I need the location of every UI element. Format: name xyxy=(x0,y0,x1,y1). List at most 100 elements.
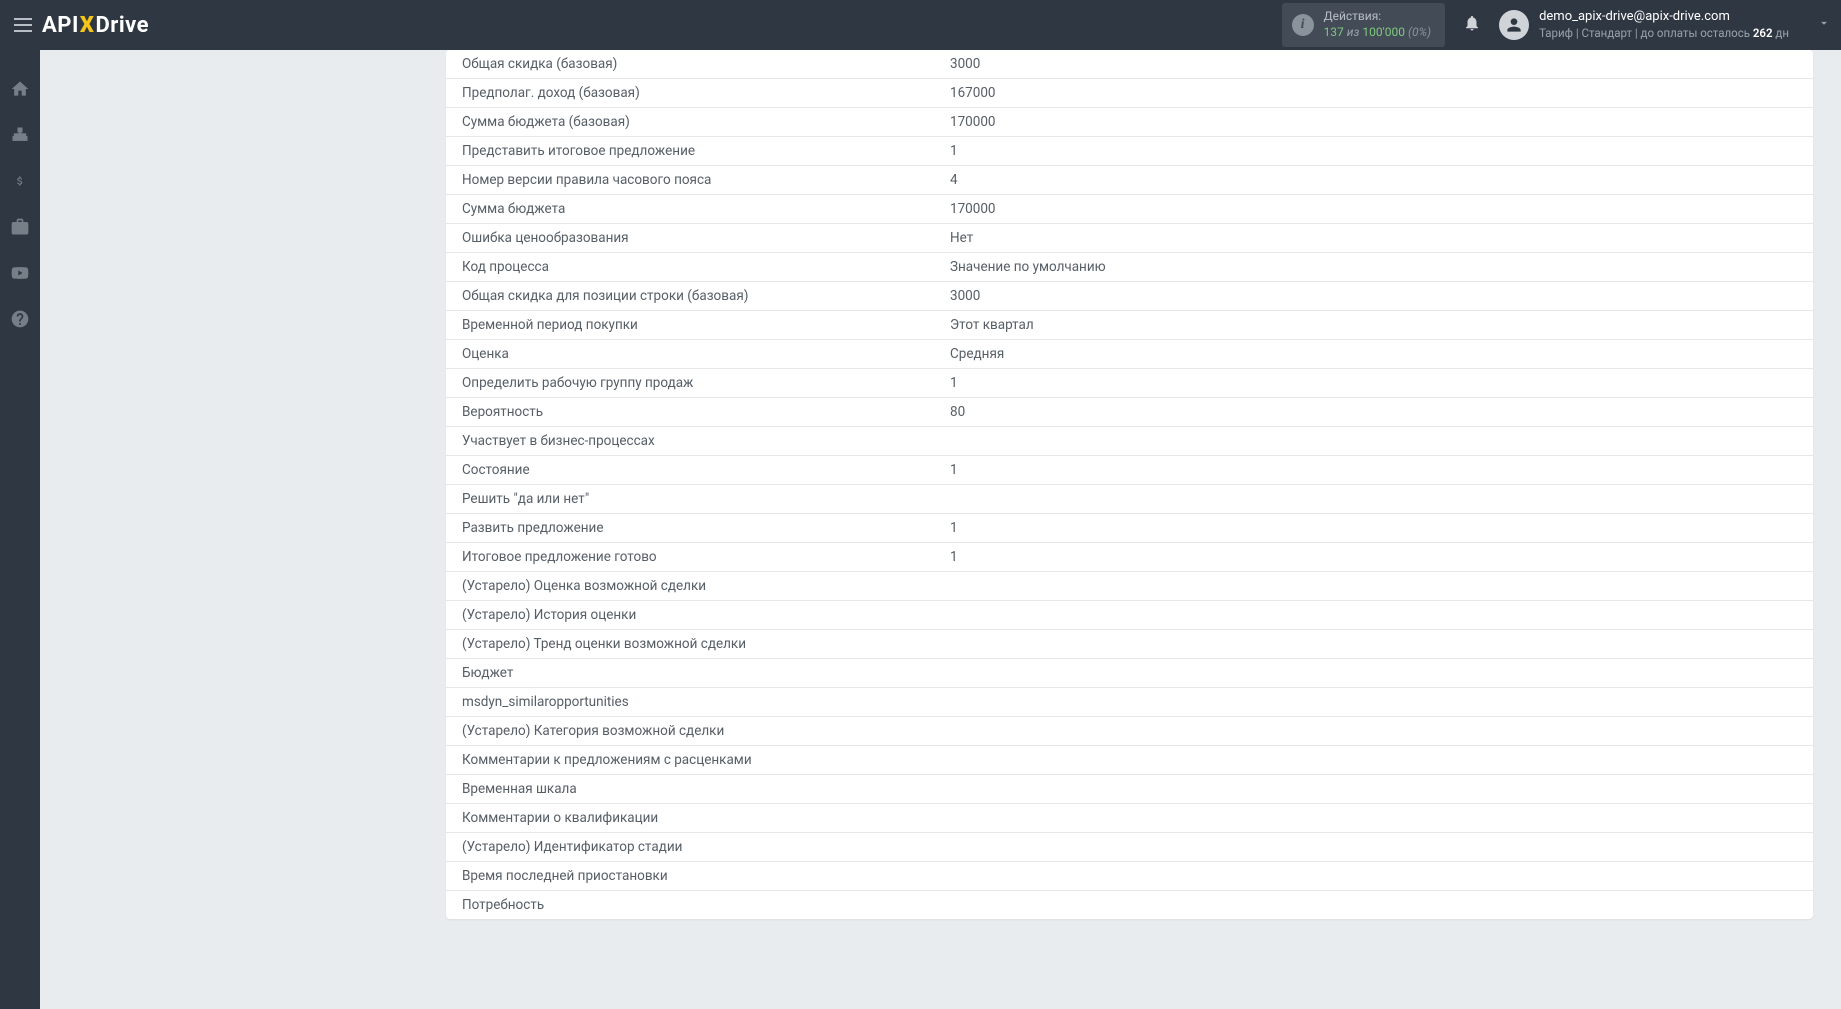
sidebar-item-help[interactable] xyxy=(9,308,31,330)
field-row: Бюджет xyxy=(446,659,1813,688)
field-label: (Устарело) Тренд оценки возможной сделки xyxy=(462,636,950,652)
tariff-line: Тариф | Стандарт | до оплаты осталось 26… xyxy=(1539,26,1789,42)
field-value: 1 xyxy=(950,375,1797,391)
field-row: Решить "да или нет" xyxy=(446,485,1813,514)
field-value: 167000 xyxy=(950,85,1797,101)
field-row: ОценкаСредняя xyxy=(446,340,1813,369)
field-label: Код процесса xyxy=(462,259,950,275)
field-row: msdyn_similaropportunities xyxy=(446,688,1813,717)
user-menu[interactable]: demo_apix-drive@apix-drive.com Тариф | С… xyxy=(1499,8,1831,41)
field-row: (Устарело) История оценки xyxy=(446,601,1813,630)
field-value: Этот квартал xyxy=(950,317,1797,333)
home-icon xyxy=(10,79,30,99)
field-value: 1 xyxy=(950,520,1797,536)
field-row: Определить рабочую группу продаж1 xyxy=(446,369,1813,398)
sidebar-item-billing[interactable] xyxy=(9,170,31,192)
field-label: Представить итоговое предложение xyxy=(462,143,950,159)
field-row: Общая скидка (базовая)3000 xyxy=(446,50,1813,79)
field-label: Участвует в бизнес-процессах xyxy=(462,433,950,449)
field-row: Ошибка ценообразованияНет xyxy=(446,224,1813,253)
field-label: Общая скидка (базовая) xyxy=(462,56,950,72)
actions-iz: из xyxy=(1347,25,1360,39)
field-label: Комментарии к предложениям с расценками xyxy=(462,752,950,768)
field-value: 1 xyxy=(950,549,1797,565)
field-value: 4 xyxy=(950,172,1797,188)
field-label: Ошибка ценообразования xyxy=(462,230,950,246)
bell-icon xyxy=(1463,14,1481,32)
field-label: Номер версии правила часового пояса xyxy=(462,172,950,188)
briefcase-icon xyxy=(10,217,30,237)
tariff-prefix: Тариф | Стандарт | до оплаты осталось xyxy=(1539,26,1753,40)
sidebar-item-home[interactable] xyxy=(9,78,31,100)
field-row: Комментарии к предложениям с расценками xyxy=(446,746,1813,775)
field-label: Время последней приостановки xyxy=(462,868,950,884)
field-label: Общая скидка для позиции строки (базовая… xyxy=(462,288,950,304)
field-row: Участвует в бизнес-процессах xyxy=(446,427,1813,456)
field-label: Сумма бюджета xyxy=(462,201,950,217)
actions-pct: (0%) xyxy=(1408,25,1431,39)
info-icon: i xyxy=(1292,14,1314,36)
tariff-days: 262 xyxy=(1753,26,1773,40)
field-label: msdyn_similaropportunities xyxy=(462,694,950,710)
field-row: Код процессаЗначение по умолчанию xyxy=(446,253,1813,282)
logo-text-x: X xyxy=(80,13,95,38)
field-label: (Устарело) Идентификатор стадии xyxy=(462,839,950,855)
field-row: (Устарело) Идентификатор стадии xyxy=(446,833,1813,862)
field-row: Сумма бюджета (базовая)170000 xyxy=(446,108,1813,137)
field-row: Время последней приостановки xyxy=(446,862,1813,891)
field-label: Определить рабочую группу продаж xyxy=(462,375,950,391)
sidebar xyxy=(0,50,40,1009)
user-text: demo_apix-drive@apix-drive.com Тариф | С… xyxy=(1539,8,1789,41)
sidebar-item-video[interactable] xyxy=(9,262,31,284)
actions-total: 100'000 xyxy=(1362,25,1405,39)
sidebar-item-connections[interactable] xyxy=(9,124,31,146)
field-label: (Устарело) Оценка возможной сделки xyxy=(462,578,950,594)
field-row: Итоговое предложение готово1 xyxy=(446,543,1813,572)
field-value: 80 xyxy=(950,404,1797,420)
actions-count: 137 xyxy=(1324,25,1344,39)
field-label: Бюджет xyxy=(462,665,950,681)
tariff-suffix: дн xyxy=(1773,26,1789,40)
field-value: 170000 xyxy=(950,201,1797,217)
field-row: Развить предложение1 xyxy=(446,514,1813,543)
field-row: Потребность xyxy=(446,891,1813,919)
sitemap-icon xyxy=(10,125,30,145)
menu-toggle-button[interactable] xyxy=(10,13,34,37)
actions-counter[interactable]: i Действия: 137 из 100'000 (0%) xyxy=(1282,3,1446,46)
field-label: Временной период покупки xyxy=(462,317,950,333)
field-row: (Устарело) Категория возможной сделки xyxy=(446,717,1813,746)
field-row: (Устарело) Тренд оценки возможной сделки xyxy=(446,630,1813,659)
field-label: (Устарело) История оценки xyxy=(462,607,950,623)
field-label: Итоговое предложение готово xyxy=(462,549,950,565)
actions-label: Действия: xyxy=(1324,9,1432,25)
field-row: Предполаг. доход (базовая)167000 xyxy=(446,79,1813,108)
content-area: Общая скидка (базовая)3000Предполаг. дох… xyxy=(40,50,1841,1009)
field-row: Состояние1 xyxy=(446,456,1813,485)
field-label: Решить "да или нет" xyxy=(462,491,950,507)
app-logo[interactable]: APIXDrive xyxy=(42,13,149,38)
field-label: Состояние xyxy=(462,462,950,478)
user-email: demo_apix-drive@apix-drive.com xyxy=(1539,8,1789,26)
header-right: i Действия: 137 из 100'000 (0%) demo_api… xyxy=(1282,3,1831,46)
fields-panel: Общая скидка (базовая)3000Предполаг. дох… xyxy=(446,50,1813,919)
field-row: Временной период покупкиЭтот квартал xyxy=(446,311,1813,340)
field-value: 3000 xyxy=(950,56,1797,72)
dollar-icon xyxy=(14,172,26,190)
field-value: 1 xyxy=(950,143,1797,159)
field-row: (Устарело) Оценка возможной сделки xyxy=(446,572,1813,601)
field-value: Нет xyxy=(950,230,1797,246)
notifications-button[interactable] xyxy=(1463,14,1481,36)
sidebar-item-tools[interactable] xyxy=(9,216,31,238)
field-value: 170000 xyxy=(950,114,1797,130)
field-row: Вероятность80 xyxy=(446,398,1813,427)
avatar-icon xyxy=(1499,10,1529,40)
field-label: Временная шкала xyxy=(462,781,950,797)
field-value: Средняя xyxy=(950,346,1797,362)
field-value: 3000 xyxy=(950,288,1797,304)
field-value: Значение по умолчанию xyxy=(950,259,1797,275)
help-icon xyxy=(10,309,30,329)
field-value: 1 xyxy=(950,462,1797,478)
field-row: Комментарии о квалификации xyxy=(446,804,1813,833)
field-row: Представить итоговое предложение1 xyxy=(446,137,1813,166)
field-label: (Устарело) Категория возможной сделки xyxy=(462,723,950,739)
